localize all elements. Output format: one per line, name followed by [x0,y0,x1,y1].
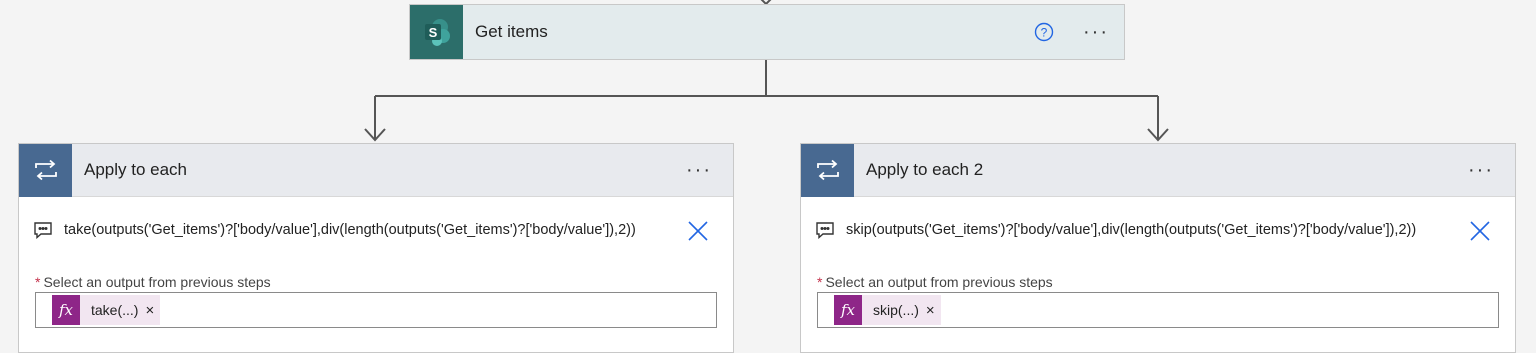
sharepoint-icon: S [410,5,463,59]
get-items-action-card[interactable]: S Get items ? ··· [409,4,1125,60]
expression-token[interactable]: fx skip(...) × [834,295,941,325]
expression-token[interactable]: fx take(...) × [52,295,161,325]
get-items-header[interactable]: S Get items ? ··· [410,5,1124,59]
apply-to-each-title: Apply to each [84,160,188,179]
token-label: take(...) [91,302,139,318]
fx-icon: fx [52,295,80,325]
apply-to-each-2-more-menu[interactable]: ··· [1461,160,1501,180]
comment-text: take(outputs('Get_items')?['body/value']… [64,222,636,238]
required-marker: * [817,274,823,290]
comment-text: skip(outputs('Get_items')?['body/value']… [846,222,1417,238]
fx-icon: fx [834,295,862,325]
get-items-title: Get items [475,22,548,41]
apply-to-each-more-menu[interactable]: ··· [679,160,719,180]
output-field-label-text: Select an output from previous steps [43,274,271,290]
apply-to-each-2-title: Apply to each 2 [866,160,984,179]
token-remove-icon[interactable]: × [145,302,154,319]
output-field-input[interactable]: fx take(...) × [35,292,717,328]
comment-row: take(outputs('Get_items')?['body/value']… [19,212,733,248]
output-field-label: * Select an output from previous steps [35,274,271,290]
output-field-label-text: Select an output from previous steps [825,274,1053,290]
required-marker: * [35,274,41,290]
apply-to-each-header[interactable]: Apply to each ··· [19,143,733,197]
svg-text:?: ? [1041,26,1048,40]
close-icon[interactable] [687,220,709,242]
comment-icon [33,220,55,240]
apply-to-each-card[interactable]: Apply to each ··· take(outputs('Get_item… [18,143,734,353]
close-icon[interactable] [1469,220,1491,242]
help-icon[interactable]: ? [1034,22,1054,42]
token-label: skip(...) [873,302,919,318]
comment-icon [815,220,837,240]
loop-icon [801,143,854,197]
apply-to-each-2-card[interactable]: Apply to each 2 ··· skip(outputs('Get_it… [800,143,1516,353]
token-remove-icon[interactable]: × [926,302,935,319]
comment-row: skip(outputs('Get_items')?['body/value']… [801,212,1515,248]
loop-icon [19,143,72,197]
apply-to-each-2-header[interactable]: Apply to each 2 ··· [801,143,1515,197]
get-items-more-menu[interactable]: ··· [1076,22,1116,42]
output-field-label: * Select an output from previous steps [817,274,1053,290]
output-field-input[interactable]: fx skip(...) × [817,292,1499,328]
svg-text:S: S [428,25,437,40]
